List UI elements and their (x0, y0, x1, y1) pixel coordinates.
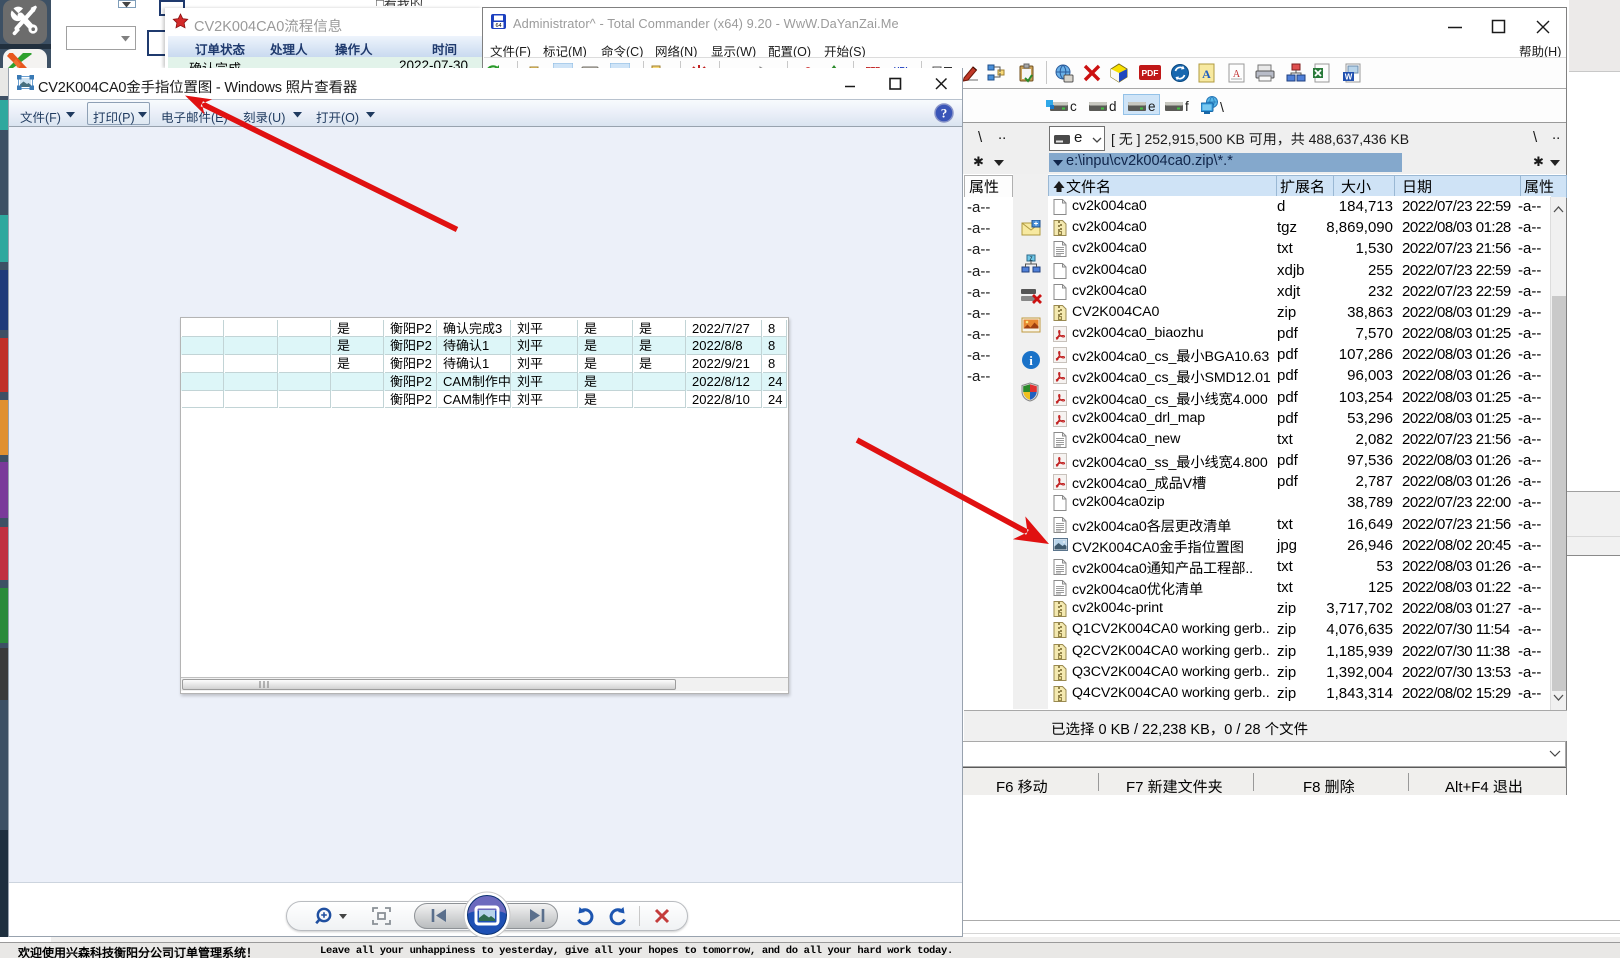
svg-text:64: 64 (495, 23, 501, 29)
svg-text:i: i (1029, 353, 1033, 368)
svg-text:Z: Z (1029, 257, 1032, 263)
svg-text:A: A (1233, 69, 1241, 80)
svg-text:PDF: PDF (1142, 68, 1159, 78)
svg-text:A: A (1202, 67, 1211, 81)
svg-text:W: W (1345, 73, 1353, 82)
svg-text:?: ? (941, 106, 948, 121)
